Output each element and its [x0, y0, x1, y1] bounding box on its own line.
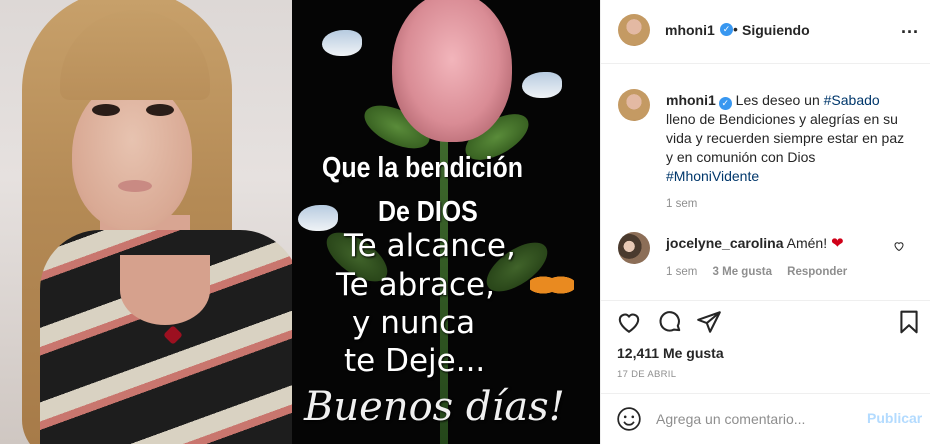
quote-line: Que la bendición	[322, 152, 523, 184]
quote-line: y nunca	[352, 305, 476, 341]
add-comment-bar: Publicar	[601, 393, 930, 444]
publish-button[interactable]: Publicar	[867, 410, 922, 426]
avatar[interactable]	[618, 89, 650, 121]
likes-count[interactable]: 12,411 Me gusta	[617, 345, 724, 361]
caption-username[interactable]: mhoni1	[666, 92, 716, 108]
red-heart-emoji-icon: ❤	[831, 235, 844, 252]
comment-body: Amén!	[786, 235, 828, 251]
comment-like-heart-icon[interactable]	[893, 240, 905, 255]
verified-badge-icon: ✓	[718, 97, 732, 110]
quote-line: Te alcance,	[344, 228, 516, 264]
author-username[interactable]: mhoni1	[665, 22, 715, 38]
post-image[interactable]: Que la bendición De DIOS Te alcance, Te …	[0, 0, 600, 444]
like-heart-icon[interactable]	[616, 309, 644, 337]
quote-line: Te abrace,	[336, 267, 495, 303]
comment-username[interactable]: jocelyne_carolina	[666, 235, 784, 251]
hashtag-link[interactable]: #MhoniVidente	[666, 168, 759, 184]
comment-input[interactable]	[656, 408, 856, 430]
comment-meta: 1 sem 3 Me gusta Responder	[666, 266, 859, 278]
share-paper-plane-icon[interactable]	[696, 309, 724, 337]
separator-dot: •	[733, 21, 738, 37]
caption-body: Les deseo un	[735, 92, 824, 108]
reply-button[interactable]: Responder	[787, 266, 847, 278]
avatar[interactable]	[618, 232, 650, 264]
comments-section[interactable]: mhoni1 ✓ Les deseo un #Sabado lleno de Be…	[601, 64, 930, 300]
post-header: mhoni1 ✓ • Siguiendo ...	[601, 0, 930, 64]
hashtag-link[interactable]: #Sabado	[824, 92, 880, 108]
quote-line: De DIOS	[378, 196, 478, 228]
more-options-icon[interactable]: ...	[901, 18, 919, 36]
comment-timestamp[interactable]: 1 sem	[666, 266, 697, 278]
woman-photo	[0, 0, 292, 444]
save-bookmark-icon[interactable]	[896, 309, 924, 337]
verified-badge-icon: ✓	[720, 23, 733, 36]
avatar[interactable]	[618, 14, 650, 46]
caption-body: lleno de Bendiciones y alegrías en su vi…	[666, 111, 905, 165]
caption-timestamp[interactable]: 1 sem	[666, 198, 697, 210]
post-date[interactable]: 17 DE ABRIL	[617, 369, 676, 380]
post-actions: 12,411 Me gusta 17 DE ABRIL	[601, 300, 930, 400]
following-button[interactable]: Siguiendo	[742, 22, 810, 38]
post-panel: mhoni1 ✓ • Siguiendo ... mhoni1 ✓ Les des…	[600, 0, 930, 444]
comment-text: jocelyne_carolina Amén! ❤	[666, 234, 844, 252]
quote-line: Buenos días!	[304, 384, 565, 430]
comment-likes-link[interactable]: 3 Me gusta	[713, 266, 772, 278]
comment-bubble-icon[interactable]	[657, 309, 685, 337]
quote-line: te Deje...	[344, 343, 486, 379]
caption-text: mhoni1 ✓ Les deseo un #Sabado lleno de Be…	[666, 91, 906, 186]
emoji-smiley-icon[interactable]	[616, 406, 642, 432]
greeting-text: Que la bendición De DIOS Te alcance, Te …	[292, 0, 600, 444]
